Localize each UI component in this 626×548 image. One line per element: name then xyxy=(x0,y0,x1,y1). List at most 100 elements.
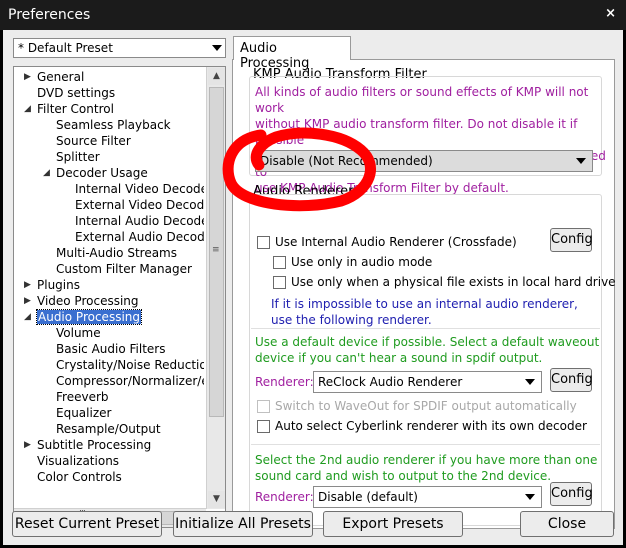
tree-item-label: Audio Processing xyxy=(36,309,142,325)
tree-item[interactable]: Crystality/Noise Reduction xyxy=(56,357,204,373)
tree-item[interactable]: Multi-Audio Streams xyxy=(56,245,177,261)
tree-item[interactable]: Visualizations xyxy=(37,453,119,469)
internal-config-button[interactable]: Config xyxy=(550,228,593,252)
second-config-button[interactable]: Config xyxy=(550,482,593,506)
switch-waveout-checkbox xyxy=(257,399,270,413)
tree-item[interactable]: External Audio Decoder xyxy=(75,229,204,245)
tree-item[interactable]: ◢ Filter Control xyxy=(24,101,114,117)
tree-item-label: Basic Audio Filters xyxy=(56,342,166,356)
tree-item[interactable]: Internal Video Decoder xyxy=(75,181,204,197)
preset-dropdown[interactable]: * Default Preset xyxy=(13,38,226,58)
tree-item-label: DVD settings xyxy=(37,86,116,100)
tree-item-label: Plugins xyxy=(37,278,80,292)
chevron-down-icon[interactable] xyxy=(525,379,535,385)
close-button[interactable]: Close xyxy=(520,511,614,537)
tree-item[interactable]: External Video Decoder xyxy=(75,197,204,213)
tree-item-label: Multi-Audio Streams xyxy=(56,246,177,260)
collapse-arrow-icon[interactable]: ◢ xyxy=(24,309,31,325)
initialize-presets-label: Initialize All Presets xyxy=(175,516,311,532)
divider xyxy=(251,328,600,329)
dialog-client: * Default Preset ▶ General DVD settings ◢ Fi… xyxy=(3,30,623,545)
tree-vertical-scrollbar[interactable]: ▲ ≡ ▼ xyxy=(206,67,225,509)
renderer-label: Renderer: xyxy=(255,490,314,504)
title-bar: Preferences × xyxy=(0,0,626,30)
chevron-down-icon[interactable] xyxy=(576,158,586,164)
tree-item[interactable]: Equalizer xyxy=(56,405,111,421)
tree-item[interactable]: Seamless Playback xyxy=(56,117,171,133)
tree-item[interactable]: ▶ Subtitle Processing xyxy=(24,437,152,453)
desc-line: Use a default device if possible. Select… xyxy=(255,335,600,349)
use-internal-renderer-checkbox[interactable] xyxy=(257,235,270,249)
tree-item[interactable]: Compressor/Normalizer/etc xyxy=(56,373,204,389)
kmp-filter-combo[interactable]: Disable (Not Recommended) xyxy=(255,150,593,172)
second-renderer-combo[interactable]: Disable (default) xyxy=(313,486,542,508)
reset-preset-label: Reset Current Preset xyxy=(14,516,160,532)
scroll-up-icon[interactable]: ▲ xyxy=(208,68,225,85)
tree-item-label: Volume xyxy=(56,326,101,340)
desc-line: device if you can't hear a sound in spdi… xyxy=(255,351,543,365)
tree-item[interactable]: Color Controls xyxy=(37,469,122,485)
expand-arrow-icon[interactable]: ▶ xyxy=(24,69,31,85)
collapse-arrow-icon[interactable]: ◢ xyxy=(43,165,50,181)
tree-item[interactable]: Resample/Output xyxy=(56,421,161,437)
only-physical-file-row[interactable]: Use only when a physical file exists in … xyxy=(273,273,616,291)
tree-item[interactable]: ▶ Plugins xyxy=(24,277,80,293)
tree-item-label: External Audio Decoder xyxy=(75,230,204,244)
preset-dropdown-value: * Default Preset xyxy=(18,41,113,55)
initialize-presets-button[interactable]: Initialize All Presets xyxy=(173,511,313,537)
tree-item[interactable]: Custom Filter Manager xyxy=(56,261,192,277)
tree-item[interactable]: ◢ Decoder Usage xyxy=(43,165,148,181)
tree-item[interactable]: ◢ Audio Processing xyxy=(24,309,142,325)
tree-items: ▶ General DVD settings ◢ Filter Control Seaml… xyxy=(14,67,204,507)
tree-item-label: Subtitle Processing xyxy=(37,438,152,452)
use-internal-renderer-label: Use Internal Audio Renderer (Crossfade) xyxy=(275,235,517,249)
desc-line: sound card and wish to output to the 2nd… xyxy=(255,469,552,483)
expand-arrow-icon[interactable]: ▶ xyxy=(24,437,31,453)
use-internal-renderer-row[interactable]: Use Internal Audio Renderer (Crossfade) xyxy=(257,233,517,251)
window-title: Preferences xyxy=(8,7,91,23)
export-presets-label: Export Presets xyxy=(342,516,444,532)
tree-item[interactable]: Freeverb xyxy=(56,389,109,405)
tree-item[interactable]: ▶ Video Processing xyxy=(24,293,139,309)
expand-arrow-icon[interactable]: ▶ xyxy=(24,277,31,293)
default-config-button[interactable]: Config xyxy=(550,368,593,392)
settings-tree[interactable]: ▶ General DVD settings ◢ Filter Control Seaml… xyxy=(13,66,226,528)
collapse-arrow-icon[interactable]: ◢ xyxy=(24,101,31,117)
tree-item-label: Visualizations xyxy=(37,454,120,468)
renderer-note: If it is impossible to use an internal a… xyxy=(271,296,578,328)
only-audio-mode-checkbox[interactable] xyxy=(273,255,286,269)
scroll-down-icon[interactable]: ▼ xyxy=(208,491,225,508)
note-line: If it is impossible to use an internal a… xyxy=(271,297,578,311)
desc-line: without KMP audio transform filter. Do n… xyxy=(255,117,578,147)
reset-preset-button[interactable]: Reset Current Preset xyxy=(12,511,162,537)
chevron-down-icon[interactable] xyxy=(212,45,222,51)
auto-cyberlink-checkbox[interactable] xyxy=(257,419,270,433)
tree-item-label: External Video Decoder xyxy=(75,198,204,212)
export-presets-button[interactable]: Export Presets xyxy=(323,511,463,537)
second-renderer-value: Disable (default) xyxy=(318,490,418,504)
tree-item[interactable]: ▶ General xyxy=(24,69,84,85)
chevron-down-icon[interactable] xyxy=(525,494,535,500)
only-audio-mode-row[interactable]: Use only in audio mode xyxy=(273,253,432,271)
tree-item[interactable]: Basic Audio Filters xyxy=(56,341,165,357)
tab-audio-processing[interactable]: Audio Processing xyxy=(233,36,351,71)
expand-arrow-icon[interactable]: ▶ xyxy=(24,293,31,309)
divider xyxy=(251,444,600,445)
default-device-description: Use a default device if possible. Select… xyxy=(255,334,599,366)
auto-cyberlink-row[interactable]: Auto select Cyberlink renderer with its … xyxy=(257,417,587,435)
tree-item[interactable]: Internal Audio Decoder xyxy=(75,213,204,229)
tree-item[interactable]: Volume xyxy=(56,325,101,341)
close-icon[interactable]: × xyxy=(605,6,616,21)
tree-item[interactable]: Source Filter xyxy=(56,133,131,149)
tree-item[interactable]: Splitter xyxy=(56,149,100,165)
tree-item-label: Internal Audio Decoder xyxy=(75,214,204,228)
only-physical-file-checkbox[interactable] xyxy=(273,275,286,289)
default-renderer-combo[interactable]: ReClock Audio Renderer xyxy=(313,371,542,393)
auto-cyberlink-label: Auto select Cyberlink renderer with its … xyxy=(275,419,587,433)
tree-item-label: Video Processing xyxy=(37,294,139,308)
tree-item-label: Crystality/Noise Reduction xyxy=(56,358,204,372)
tree-item-label: Splitter xyxy=(56,150,100,164)
kmp-filter-combo-value: Disable (Not Recommended) xyxy=(260,154,433,168)
tree-item-label: Decoder Usage xyxy=(56,166,148,180)
tree-item[interactable]: DVD settings xyxy=(37,85,115,101)
